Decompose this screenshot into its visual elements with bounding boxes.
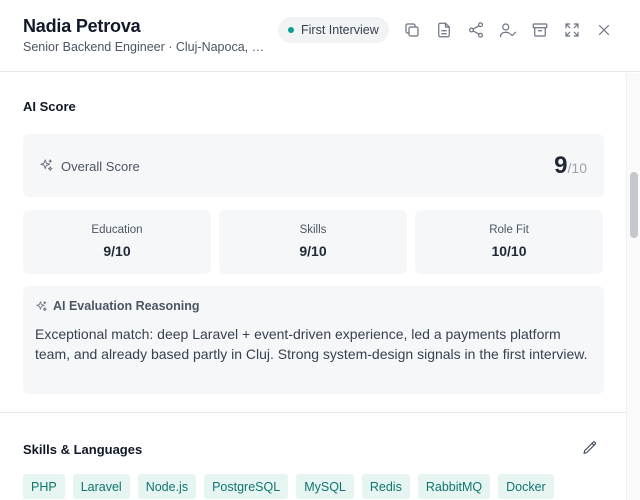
ai-reasoning-card: AI Evaluation Reasoning Exceptional matc… <box>23 286 604 394</box>
document-icon <box>438 22 450 38</box>
stage-label: First Interview <box>301 23 379 37</box>
copy-button[interactable] <box>400 18 424 42</box>
sparkles-icon <box>35 300 48 313</box>
education-score-card: Education 9/10 <box>23 210 211 274</box>
overall-score: 9 /10 <box>554 152 587 180</box>
candidate-subtitle: Senior Backend Engineer · Cluj-Napoca, R… <box>23 40 265 54</box>
close-icon <box>598 24 610 36</box>
ai-reasoning-title: AI Evaluation Reasoning <box>53 299 200 313</box>
share-button[interactable] <box>464 18 488 42</box>
candidate-header: Nadia Petrova Senior Backend Engineer · … <box>0 0 640 72</box>
skills-score-label: Skills <box>299 224 327 236</box>
edit-skills-button[interactable] <box>582 440 600 458</box>
education-score-label: Education <box>91 224 143 236</box>
role-fit-score-value: 10/10 <box>491 243 527 259</box>
copy-icon <box>405 23 419 37</box>
close-button[interactable] <box>592 18 616 42</box>
scrollbar[interactable] <box>626 73 640 500</box>
skill-tag: Docker <box>498 474 554 499</box>
sparkles-icon <box>39 158 54 173</box>
share-icon <box>469 22 483 38</box>
skills-score-card: Skills 9/10 <box>219 210 407 274</box>
stage-badge[interactable]: First Interview <box>278 17 389 43</box>
skill-tag: Redis <box>361 474 410 499</box>
expand-button[interactable] <box>560 18 584 42</box>
ai-score-section: AI Score Overall Score 9 /10 Education 9… <box>0 73 626 413</box>
role-fit-score-label: Role Fit <box>489 224 529 236</box>
skills-score-value: 9/10 <box>299 243 327 259</box>
skills-section: Skills & Languages PHP Laravel Node.js Post… <box>0 414 626 500</box>
ai-reasoning-text: Exceptional match: deep Laravel + event-… <box>35 326 588 362</box>
skill-tag: PostgreSQL <box>204 474 289 499</box>
skill-tags: PHP Laravel Node.js PostgreSQL MySQL Redis Rab… <box>23 474 613 500</box>
skill-tag: Node.js <box>137 474 197 499</box>
archive-button[interactable] <box>528 18 552 42</box>
skill-tag: MySQL <box>296 474 354 499</box>
skills-title: Skills & Languages <box>23 442 143 457</box>
archive-icon <box>532 23 548 37</box>
document-button[interactable] <box>432 18 456 42</box>
overall-score-denominator: /10 <box>567 160 587 176</box>
overall-score-card: Overall Score 9 /10 <box>23 134 604 197</box>
overall-score-value: 9 <box>554 152 568 179</box>
detail-scroll-area[interactable]: AI Score Overall Score 9 /10 Education 9… <box>0 73 640 500</box>
education-score-value: 9/10 <box>103 243 131 259</box>
role-fit-score-card: Role Fit 10/10 <box>415 210 603 274</box>
overall-score-label: Overall Score <box>61 159 140 174</box>
assign-button[interactable] <box>496 18 520 42</box>
skill-tag: RabbitMQ <box>417 474 491 499</box>
stage-status-dot <box>288 27 294 33</box>
skill-tag: PHP <box>23 474 65 499</box>
pencil-icon <box>583 441 596 454</box>
user-check-icon <box>499 23 517 38</box>
skill-tag: Laravel <box>72 474 130 499</box>
ai-score-title: AI Score <box>23 99 76 114</box>
scrollbar-thumb[interactable] <box>630 172 638 238</box>
expand-icon <box>565 23 579 37</box>
candidate-name: Nadia Petrova <box>23 16 141 36</box>
